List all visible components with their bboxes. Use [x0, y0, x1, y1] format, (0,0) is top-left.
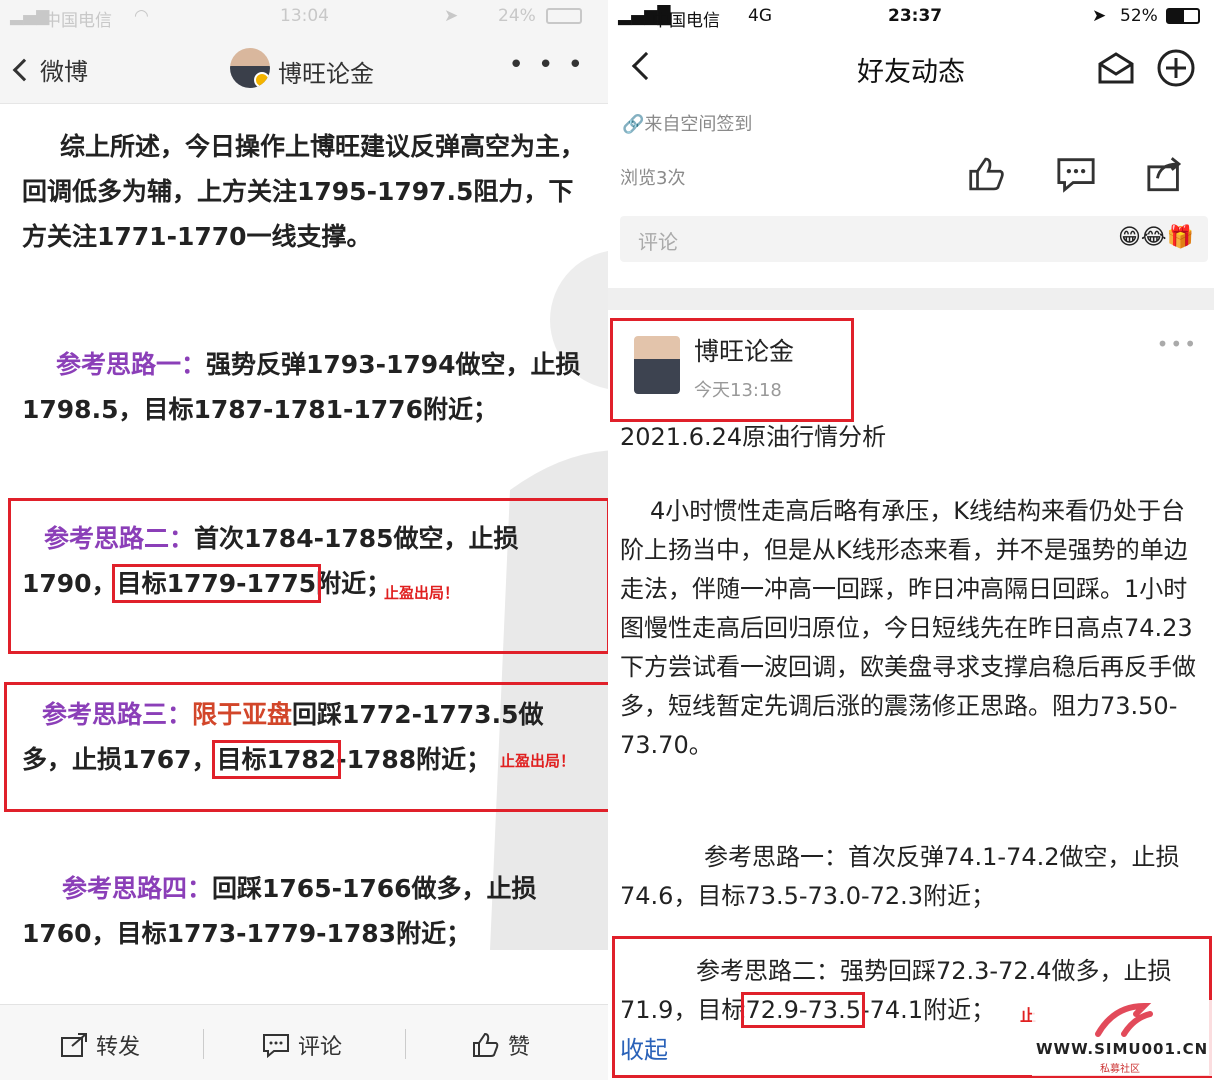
- comment-icon[interactable]: [1056, 155, 1096, 193]
- repost-button[interactable]: 转发: [60, 1029, 140, 1061]
- add-icon[interactable]: [1156, 48, 1196, 88]
- comment-label: 评论: [298, 1035, 343, 1060]
- idea-3-stop: 多，止损1767，: [22, 745, 217, 774]
- idea-2: 参考思路二：首次1784-1785做空，止损 1790，目标1779-1775附…: [22, 516, 592, 606]
- divider: [608, 288, 1214, 310]
- idea-2-label: 参考思路二：: [44, 524, 195, 553]
- post-idea-2-target: 72.9-73.5: [741, 992, 865, 1028]
- location-icon: ➤: [1092, 6, 1107, 26]
- battery-icon: [546, 8, 582, 24]
- comment-input[interactable]: 评论 😁😂🎁: [620, 216, 1208, 262]
- status-bar: ▂▄▆█ 中国电信 4G 23:37 ➤ 52%: [608, 0, 1214, 34]
- post-idea-2-text: 参考思路二：强势回踩72.3-72.4做多，止损: [696, 957, 1172, 985]
- idea-3-target: 目标1782: [211, 740, 342, 779]
- idea-2-target: 目标1779-1775: [111, 564, 322, 603]
- mail-icon[interactable]: [1096, 50, 1136, 86]
- more-button[interactable]: • • •: [508, 50, 586, 80]
- avatar[interactable]: [230, 48, 270, 88]
- wifi-icon: ◠: [134, 6, 149, 26]
- logo-icon: [1095, 1002, 1153, 1037]
- clock: 23:37: [888, 6, 943, 26]
- status-bar: ▂▄▆ 中国电信 ◠ 13:04 ➤ 24%: [0, 0, 608, 34]
- chevron-left-icon: [12, 58, 36, 82]
- repost-label: 转发: [96, 1035, 141, 1060]
- page-title: 博旺论金: [278, 60, 374, 88]
- like-label: 赞: [508, 1035, 531, 1060]
- link-icon: 🔗: [622, 114, 645, 135]
- view-count: 浏览3次: [620, 168, 686, 189]
- comment-button[interactable]: 评论: [262, 1029, 342, 1061]
- avatar[interactable]: [634, 336, 680, 394]
- idea-4-label: 参考思路四：: [62, 874, 213, 903]
- network-type: 4G: [748, 6, 772, 26]
- left-screenshot: ▂▄▆ 中国电信 ◠ 13:04 ➤ 24% 微博 博旺论金 • • • 综上所…: [0, 0, 608, 1080]
- idea-3-highlight: 限于亚盘: [192, 700, 293, 729]
- battery-icon: [1166, 8, 1200, 24]
- logo-url: WWW.SIMU001.CN: [1036, 1040, 1209, 1058]
- right-screenshot: ▂▄▆█ 中国电信 4G 23:37 ➤ 52% 好友动态 🔗来自空间签到 浏览…: [608, 0, 1214, 1080]
- thumbs-up-icon: [473, 1032, 499, 1057]
- idea-2-text: 首次1784-1785做空，止损: [194, 524, 519, 553]
- post-idea-2-stop: 71.9，目标: [620, 996, 746, 1024]
- profit-stamp: 止盈出局！: [384, 584, 460, 602]
- like-button[interactable]: 赞: [472, 1029, 530, 1061]
- divider: [405, 1029, 406, 1059]
- post-idea-2-tail: -74.1附近；: [860, 996, 996, 1024]
- nav-bar: 好友动态: [608, 34, 1214, 104]
- share-icon[interactable]: [1146, 155, 1186, 193]
- idea-3-tail: -1788附近；: [336, 745, 492, 774]
- profit-stamp: 止盈出局！: [500, 752, 576, 770]
- battery-percent: 52%: [1120, 6, 1158, 26]
- post-idea-1: 参考思路一：首次反弹74.1-74.2做空，止损74.6，目标73.5-73.0…: [620, 843, 1180, 910]
- source-text: 来自空间签到: [644, 114, 753, 135]
- carrier: 中国电信: [44, 11, 112, 31]
- idea-1: 参考思路一：强势反弹1793-1794做空，止损1798.5，目标1787-17…: [22, 342, 592, 432]
- back-label: 微博: [40, 58, 88, 86]
- carrier: 中国电信: [652, 11, 720, 31]
- thumbs-up-icon[interactable]: [968, 155, 1006, 193]
- post-time: 今天13:18: [694, 380, 782, 401]
- more-button[interactable]: •••: [1157, 332, 1198, 356]
- idea-3-text: 回踩1772-1773.5做: [292, 700, 544, 729]
- post-headline: 2021.6.24原油行情分析: [620, 423, 887, 451]
- battery-percent: 24%: [498, 6, 536, 26]
- source-link[interactable]: 🔗来自空间签到: [622, 110, 752, 136]
- post-body: 4小时惯性走高后略有承压，K线结构来看仍处于台阶上扬当中，但是从K线形态来看，并…: [620, 497, 1196, 759]
- idea-1-label: 参考思路一：: [56, 350, 207, 379]
- repost-icon: [61, 1033, 87, 1057]
- nav-bar: 微博 博旺论金 • • •: [0, 34, 608, 104]
- logo-subtitle: 私募社区: [1100, 1064, 1140, 1075]
- collapse-link[interactable]: 收起: [620, 1030, 668, 1065]
- site-logo: WWW.SIMU001.CN 私募社区: [1032, 1000, 1212, 1076]
- back-button[interactable]: 微博: [12, 52, 88, 87]
- summary-text: 综上所述，今日操作上博旺建议反弹高空为主，回调低多为辅，上方关注1795-179…: [22, 132, 586, 251]
- idea-4: 参考思路四：回踩1765-1766做多，止损1760，目标1773-1779-1…: [22, 866, 592, 956]
- idea-2-stop: 1790，: [22, 569, 117, 598]
- comment-icon: [263, 1034, 289, 1058]
- idea-2-tail: 附近；: [316, 569, 392, 598]
- comment-placeholder: 评论: [638, 230, 678, 254]
- idea-3-label: 参考思路三：: [42, 700, 193, 729]
- bottom-toolbar: 转发 评论 赞: [0, 1004, 608, 1080]
- location-icon: ➤: [444, 6, 459, 26]
- clock: 13:04: [280, 6, 329, 26]
- emoji-icon[interactable]: 😁😂🎁: [1118, 225, 1194, 250]
- divider: [203, 1029, 204, 1059]
- post-author[interactable]: 博旺论金: [694, 332, 794, 368]
